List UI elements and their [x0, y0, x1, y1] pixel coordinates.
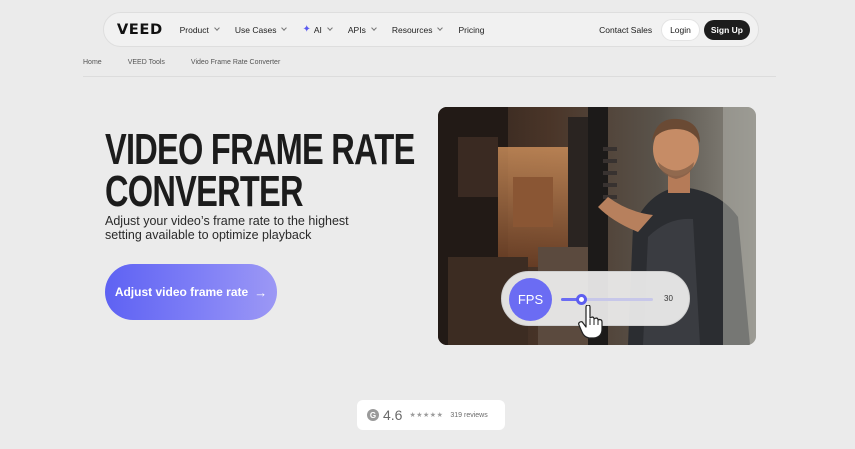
- chevron-down-icon: [437, 25, 444, 31]
- fps-slider-track[interactable]: [561, 294, 653, 305]
- chevron-down-icon: [281, 25, 288, 31]
- nav-item-label: Resources: [391, 24, 433, 35]
- nav-item-label: Use Cases: [234, 24, 277, 35]
- hand-pointer-icon: [578, 304, 604, 344]
- sparkle-icon: ✦: [302, 24, 311, 35]
- nav-item-resources[interactable]: Resources: [391, 24, 444, 35]
- nav-item-ai[interactable]: ✦ AI: [302, 24, 333, 35]
- breadcrumb-home[interactable]: Home: [83, 59, 102, 66]
- chevron-down-icon: [214, 25, 220, 31]
- nav-item-apis[interactable]: APIs: [347, 24, 377, 35]
- contact-sales-link[interactable]: Contact Sales: [599, 25, 652, 35]
- nav-item-use-cases[interactable]: Use Cases: [234, 24, 288, 35]
- chevron-down-icon: [371, 25, 377, 31]
- page-subtitle: Adjust your video’s frame rate to the hi…: [105, 214, 349, 242]
- fps-value: 30: [664, 294, 673, 303]
- login-button[interactable]: Login: [661, 18, 700, 41]
- nav-item-product[interactable]: Product: [179, 24, 220, 35]
- page-title-line-2: CONVERTER: [105, 167, 304, 216]
- fps-slider-thumb[interactable]: [576, 294, 588, 305]
- nav-item-label: Product: [179, 24, 209, 35]
- nav-item-label: AI: [313, 24, 322, 35]
- sign-up-button[interactable]: Sign Up: [703, 19, 750, 40]
- nav-item-label: APIs: [347, 24, 366, 35]
- rating-badge[interactable]: G 4.6 ★★★★★ 319 reviews: [357, 400, 505, 430]
- breadcrumb-divider: [83, 76, 776, 77]
- page-title: VIDEO FRAME RATE CONVERTER: [105, 125, 415, 216]
- g2-logo-icon: G: [367, 409, 379, 421]
- fps-badge: FPS: [509, 278, 552, 321]
- veed-logo[interactable]: VEED: [117, 22, 163, 38]
- breadcrumb-veed-tools[interactable]: VEED Tools: [128, 59, 165, 66]
- top-navigation: VEED Product Use Cases ✦ AI APIs Resourc…: [103, 12, 759, 47]
- page-title-line-1: VIDEO FRAME RATE: [105, 125, 415, 174]
- arrow-right-icon: →: [254, 284, 268, 300]
- rating-score: 4.6: [383, 407, 403, 423]
- star-rating-icon: ★★★★★: [409, 412, 444, 419]
- cta-label: Adjust video frame rate: [114, 285, 249, 299]
- chevron-down-icon: [327, 25, 333, 31]
- review-count: 319 reviews: [450, 411, 488, 419]
- nav-item-label: Pricing: [458, 24, 485, 35]
- breadcrumb-current-page: Video Frame Rate Converter: [190, 59, 281, 66]
- nav-item-pricing[interactable]: Pricing: [458, 25, 484, 35]
- adjust-frame-rate-button[interactable]: Adjust video frame rate →: [105, 264, 277, 320]
- breadcrumb: Home VEED Tools Video Frame Rate Convert…: [83, 59, 306, 66]
